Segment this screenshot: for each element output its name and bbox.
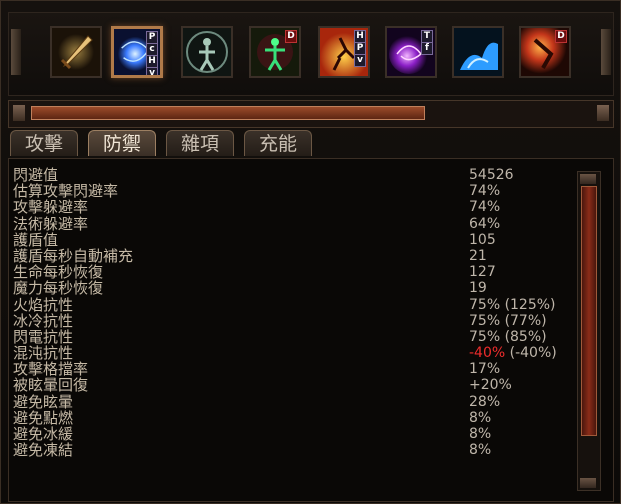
stat-row: 攻擊躲避率 74% (13, 199, 573, 215)
skill-slot-6[interactable]: T f (385, 26, 437, 78)
scroll-right-cap[interactable] (597, 105, 609, 121)
stat-row: 混沌抗性 -40% (-40%) (13, 345, 573, 361)
stat-value: 74% (469, 183, 501, 200)
skill-tag-v: v (146, 67, 158, 75)
stat-value: 74% (469, 199, 501, 216)
skill-scroll-fill[interactable] (31, 106, 425, 120)
stat-label: 護盾每秒自動補充 (13, 246, 134, 265)
scroll-down-arrow[interactable] (580, 478, 596, 488)
stat-row: 攻擊格擋率 17% (13, 361, 573, 377)
skill-slot-1[interactable] (50, 26, 102, 78)
blue-splash-icon (454, 28, 502, 76)
skill-tag-d2: D (555, 30, 567, 43)
skill-slot-3[interactable] (181, 26, 233, 78)
stat-label: 攻擊躲避率 (13, 198, 89, 217)
stat-label: 攻擊格擋率 (13, 360, 89, 379)
skill-scroll-track[interactable] (8, 100, 614, 128)
stat-label: 混沌抗性 (13, 344, 74, 363)
skill-slot-7[interactable] (452, 26, 504, 78)
stat-value: 127 (469, 264, 496, 281)
stat-value: 21 (469, 247, 487, 264)
stat-value: -40% (-40%) (469, 345, 557, 361)
stat-label: 閃避值 (13, 166, 59, 184)
tab-charges[interactable]: 充能 (244, 130, 312, 156)
skill-tag-v2: v (354, 54, 366, 67)
stat-label: 火焰抗性 (13, 295, 74, 314)
stat-value: 8% (469, 409, 492, 426)
skill-tag-d: D (285, 30, 297, 43)
skill-bar: P c H v D H P v T f D (8, 12, 614, 96)
stat-value: 54526 (469, 167, 514, 183)
stat-row: 避免點燃 8% (13, 410, 573, 426)
stat-row: 閃電抗性 75% (85%) (13, 329, 573, 345)
tab-misc[interactable]: 雜項 (166, 130, 234, 156)
stat-row: 魔力每秒恢復 19 (13, 280, 573, 296)
stat-row: 估算攻擊閃避率 74% (13, 183, 573, 199)
skill-tag-f: f (421, 42, 433, 55)
stat-label: 避免凍結 (13, 441, 74, 460)
stat-value: 19 (469, 280, 487, 297)
stat-row: 被眩暈回復 +20% (13, 377, 573, 393)
stats-panel: 閃避值 54526 估算攻擊閃避率 74% 攻擊躲避率 74% 法術躲避率 64% 護盾… (8, 158, 614, 502)
stat-row: 生命每秒恢復 127 (13, 264, 573, 280)
stat-label: 生命每秒恢復 (13, 263, 104, 282)
stat-row: 避免冰緩 8% (13, 426, 573, 442)
stat-value: 17% (469, 361, 501, 378)
stats-list: 閃避值 54526 估算攻擊閃避率 74% 攻擊躲避率 74% 法術躲避率 64% 護盾… (13, 167, 573, 458)
scroll-left-cap[interactable] (13, 105, 25, 121)
stat-value: +20% (469, 377, 512, 394)
skill-slot-2[interactable]: P c H v (111, 26, 163, 78)
stat-label: 閃電抗性 (13, 327, 74, 346)
scroll-up-arrow[interactable] (580, 174, 596, 184)
stat-label: 魔力每秒恢復 (13, 279, 104, 298)
stat-row: 火焰抗性 75% (125%) (13, 297, 573, 313)
stat-value-negative: -40% (469, 345, 506, 362)
stat-value: 75% (85%) (469, 328, 547, 345)
stat-row: 護盾值 105 (13, 232, 573, 248)
stat-value: 8% (469, 426, 492, 442)
stat-row: 避免眩暈 28% (13, 394, 573, 410)
skill-bar-left-ornament (11, 29, 21, 75)
stat-value: 75% (125%) (469, 296, 556, 313)
tab-attack[interactable]: 攻擊 (10, 130, 78, 156)
skill-slot-5[interactable]: H P v (318, 26, 370, 78)
stat-label: 法術躲避率 (13, 214, 89, 233)
stat-label: 冰冷抗性 (13, 311, 74, 330)
stat-value: 105 (469, 231, 496, 248)
stat-value: 75% (77%) (469, 312, 547, 329)
stat-label: 避免點燃 (13, 408, 74, 427)
stat-label: 估算攻擊閃避率 (13, 182, 119, 201)
skill-bar-right-ornament (601, 29, 611, 75)
stat-label: 護盾值 (13, 230, 59, 249)
stat-row: 冰冷抗性 75% (77%) (13, 313, 573, 329)
skill-slot-8[interactable]: D (519, 26, 571, 78)
scroll-thumb[interactable] (581, 186, 597, 436)
stat-label: 避免冰緩 (13, 425, 74, 443)
tab-defense[interactable]: 防禦 (88, 130, 156, 156)
body-aura-icon (183, 28, 231, 76)
stats-scrollbar[interactable] (577, 171, 601, 491)
stat-row: 閃避值 54526 (13, 167, 573, 183)
sword-icon (52, 28, 100, 76)
stat-value: 28% (469, 393, 501, 410)
stat-label: 避免眩暈 (13, 392, 74, 411)
skill-slot-4[interactable]: D (249, 26, 301, 78)
stat-row: 法術躲避率 64% (13, 216, 573, 232)
stat-value: 64% (469, 215, 501, 232)
stat-label: 被眩暈回復 (13, 376, 89, 395)
stat-value: 8% (469, 442, 492, 459)
stat-row: 避免凍結 8% (13, 442, 573, 458)
stat-value-detail: (-40%) (505, 345, 557, 362)
stat-row: 護盾每秒自動補充 21 (13, 248, 573, 264)
